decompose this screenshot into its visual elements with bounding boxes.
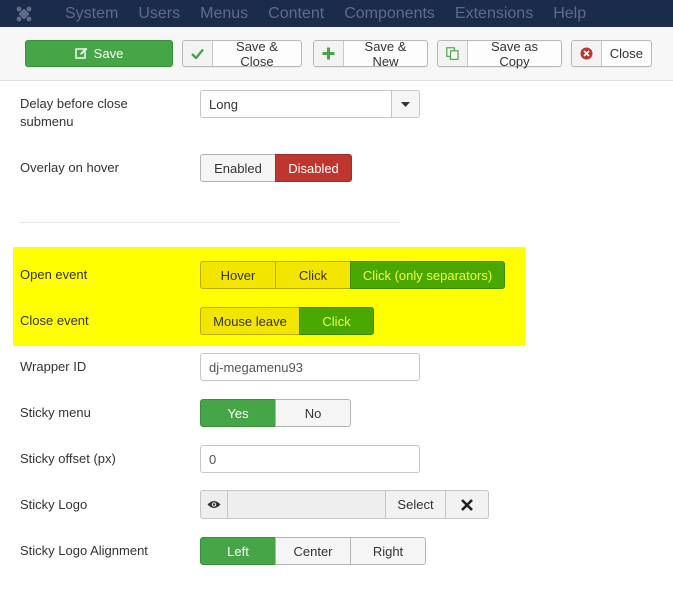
open-click-option[interactable]: Click bbox=[275, 261, 351, 289]
top-navbar: System Users Menus Content Components Ex… bbox=[0, 0, 673, 27]
close-circle-icon bbox=[572, 41, 602, 66]
save-close-label: Save & Close bbox=[236, 38, 278, 69]
align-center-option[interactable]: Center bbox=[275, 537, 351, 565]
check-icon bbox=[183, 41, 213, 66]
nav-components[interactable]: Components bbox=[344, 5, 435, 23]
close-mouse-leave-option[interactable]: Mouse leave bbox=[200, 307, 300, 335]
overlay-toggle: Enabled Disabled bbox=[200, 154, 352, 182]
close-button[interactable]: Close bbox=[571, 40, 652, 67]
delay-label: Delay before close submenu bbox=[20, 95, 128, 131]
nav-extensions[interactable]: Extensions bbox=[455, 5, 533, 23]
joomla-logo-icon[interactable] bbox=[0, 0, 48, 27]
eye-icon[interactable] bbox=[200, 490, 228, 519]
close-event-label: Close event bbox=[20, 313, 89, 328]
save-button[interactable]: Save bbox=[25, 40, 173, 67]
open-event-label: Open event bbox=[20, 267, 88, 282]
divider bbox=[20, 222, 400, 223]
sticky-offset-label: Sticky offset (px) bbox=[20, 451, 116, 466]
open-click-separators-option[interactable]: Click (only separators) bbox=[350, 261, 505, 289]
save-copy-label: Save as Copy bbox=[491, 38, 538, 69]
nav-help[interactable]: Help bbox=[553, 5, 586, 23]
sticky-menu-label: Sticky menu bbox=[20, 405, 91, 420]
plus-icon bbox=[314, 41, 344, 66]
wrapper-id-label: Wrapper ID bbox=[20, 359, 87, 374]
delay-select-value: Long bbox=[209, 96, 238, 112]
align-right-option[interactable]: Right bbox=[350, 537, 426, 565]
sticky-logo-media-field: Select bbox=[200, 490, 489, 519]
toolbar: Save Save & Close Save & New Save as Cop… bbox=[0, 27, 673, 81]
nav-content[interactable]: Content bbox=[268, 5, 324, 23]
delay-label-line2: submenu bbox=[20, 114, 74, 129]
close-label: Close bbox=[609, 46, 643, 61]
sticky-no-option[interactable]: No bbox=[275, 399, 351, 427]
nav-menus[interactable]: Menus bbox=[200, 5, 248, 23]
save-close-button[interactable]: Save & Close bbox=[182, 38, 302, 69]
select-button[interactable]: Select bbox=[385, 490, 446, 519]
delay-select[interactable]: Long bbox=[200, 90, 420, 118]
open-event-toggle: Hover Click Click (only separators) bbox=[200, 261, 505, 289]
overlay-enabled-option[interactable]: Enabled bbox=[200, 154, 276, 182]
nav-users[interactable]: Users bbox=[138, 5, 180, 23]
sticky-menu-toggle: Yes No bbox=[200, 399, 351, 427]
save-copy-button[interactable]: Save as Copy bbox=[437, 38, 562, 69]
overlay-disabled-option[interactable]: Disabled bbox=[275, 154, 352, 182]
sticky-logo-alignment-label: Sticky Logo Alignment bbox=[20, 543, 148, 558]
sticky-logo-alignment-toggle: Left Center Right bbox=[200, 537, 426, 565]
sticky-logo-path bbox=[228, 490, 385, 519]
edit-icon bbox=[74, 47, 87, 59]
save-label: Save bbox=[93, 46, 124, 61]
close-event-toggle: Mouse leave Click bbox=[200, 307, 374, 335]
wrapper-id-input[interactable]: dj-megamenu93 bbox=[200, 353, 420, 381]
sticky-yes-option[interactable]: Yes bbox=[200, 399, 276, 427]
caret-down-icon[interactable] bbox=[391, 91, 419, 117]
save-new-label: Save & New bbox=[364, 38, 407, 69]
clear-icon[interactable] bbox=[446, 490, 489, 519]
copy-icon bbox=[438, 41, 468, 66]
save-new-button[interactable]: Save & New bbox=[313, 38, 428, 69]
delay-label-line1: Delay before close bbox=[20, 96, 128, 111]
overlay-label: Overlay on hover bbox=[20, 160, 119, 175]
open-hover-option[interactable]: Hover bbox=[200, 261, 276, 289]
align-left-option[interactable]: Left bbox=[200, 537, 276, 565]
sticky-logo-label: Sticky Logo bbox=[20, 497, 88, 512]
nav-system[interactable]: System bbox=[65, 5, 118, 23]
close-click-option[interactable]: Click bbox=[299, 307, 374, 335]
sticky-offset-input[interactable]: 0 bbox=[200, 445, 420, 473]
